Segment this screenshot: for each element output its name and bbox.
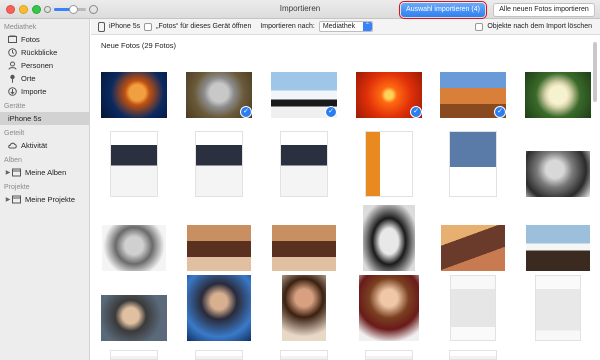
sidebar-item-label: Fotos xyxy=(21,35,40,44)
title-bar: Importieren Auswahl importieren (4) Alle… xyxy=(0,0,600,19)
scrollbar[interactable] xyxy=(593,36,598,356)
sidebar-item-personen[interactable]: Personen xyxy=(0,59,89,72)
sidebar-item-rueckblicke[interactable]: Rückblicke xyxy=(0,46,89,59)
sidebar-item-label: Personen xyxy=(21,61,54,70)
close-button[interactable] xyxy=(6,5,15,14)
open-photos-checkbox[interactable] xyxy=(144,22,153,31)
photo-thumbnail[interactable] xyxy=(110,131,158,197)
sidebar-item-meine-projekte[interactable]: ▶ Meine Projekte xyxy=(0,193,89,206)
photos-icon xyxy=(8,35,17,44)
import-window: Importieren Auswahl importieren (4) Alle… xyxy=(0,0,600,360)
sidebar-item-aktivitaet[interactable]: Aktivität xyxy=(0,139,89,152)
sidebar-item-label: Rückblicke xyxy=(21,48,58,57)
photo-thumbnail[interactable] xyxy=(449,131,497,197)
import-selected-button[interactable]: Auswahl importieren (4) xyxy=(399,1,487,19)
photo-grid: ✓ ✓ ✓ ✓ xyxy=(91,60,600,360)
pin-icon xyxy=(8,74,17,83)
sidebar-item-label: Orte xyxy=(21,74,36,83)
import-toolbar: iPhone 5s „Fotos“ für dieses Gerät öffne… xyxy=(91,19,600,35)
person-icon xyxy=(8,61,17,70)
sidebar-item-meine-alben[interactable]: ▶ Meine Alben xyxy=(0,166,89,179)
photo-thumbnail[interactable] xyxy=(187,225,251,271)
small-thumbnail-icon xyxy=(44,6,51,13)
disclosure-triangle-icon[interactable]: ▶ xyxy=(4,195,12,204)
scrollbar-thumb[interactable] xyxy=(593,42,597,102)
photo-thumbnail[interactable] xyxy=(526,151,590,197)
photo-thumbnail[interactable] xyxy=(187,275,251,341)
photo-thumbnail[interactable] xyxy=(195,131,243,197)
photo-thumbnail[interactable] xyxy=(535,275,581,341)
photo-thumbnail[interactable] xyxy=(441,225,505,271)
window-controls xyxy=(6,5,41,14)
photo-thumbnail[interactable] xyxy=(280,131,328,197)
album-icon xyxy=(12,195,21,204)
photo-thumbnail[interactable] xyxy=(363,205,415,271)
sidebar-section-title: Mediathek xyxy=(4,24,37,31)
photo-thumbnail[interactable] xyxy=(272,225,336,271)
photo-thumbnail[interactable] xyxy=(195,350,243,360)
delete-after-import-label: Objekte nach dem Import löschen xyxy=(487,23,592,30)
section-heading: Neue Fotos (29 Fotos) xyxy=(101,41,177,50)
large-thumbnail-icon xyxy=(89,5,98,14)
memories-icon xyxy=(8,48,17,57)
import-to-label: Importieren nach: xyxy=(260,23,315,30)
photo-thumbnail[interactable] xyxy=(101,295,167,341)
phone-icon xyxy=(98,21,105,32)
photo-thumbnail[interactable] xyxy=(280,350,328,360)
selected-check-icon[interactable]: ✓ xyxy=(240,106,252,118)
chevron-down-icon: ⌃ xyxy=(362,22,372,31)
album-icon xyxy=(12,168,21,177)
photo-thumbnail[interactable] xyxy=(110,350,158,360)
import-icon xyxy=(8,87,17,96)
photo-thumbnail[interactable] xyxy=(365,131,413,197)
thumbnail-size-control xyxy=(44,5,98,14)
sidebar-item-iphone[interactable]: iPhone 5s xyxy=(0,112,89,125)
sidebar-section-title: Projekte xyxy=(4,184,30,191)
photo-thumbnail[interactable] xyxy=(365,350,413,360)
import-all-button[interactable]: Alle neuen Fotos importieren xyxy=(493,3,595,17)
thumbnail-size-thumb[interactable] xyxy=(69,5,79,14)
minimize-button[interactable] xyxy=(19,5,28,14)
photo-thumbnail[interactable] xyxy=(525,72,591,118)
sidebar-item-label: Importe xyxy=(21,87,47,96)
cloud-icon xyxy=(8,141,17,150)
photo-thumbnail[interactable] xyxy=(526,225,590,271)
sidebar-section-title: Geteilt xyxy=(4,130,25,137)
sidebar: Mediathek Fotos Rückblicke Personen Orte… xyxy=(0,19,90,360)
import-destination-value: Mediathek xyxy=(322,23,356,30)
sidebar-section-title: Alben xyxy=(4,157,22,164)
device-name: iPhone 5s xyxy=(109,23,141,30)
sidebar-item-label: Meine Alben xyxy=(25,168,67,177)
thumbnail-size-slider[interactable] xyxy=(54,5,86,14)
sidebar-item-importe[interactable]: Importe xyxy=(0,85,89,98)
photo-thumbnail[interactable] xyxy=(102,225,166,271)
photo-thumbnail[interactable] xyxy=(101,72,167,118)
sidebar-section-title: Geräte xyxy=(4,103,26,110)
sidebar-item-fotos[interactable]: Fotos xyxy=(0,33,89,46)
selected-check-icon[interactable]: ✓ xyxy=(410,106,422,118)
open-photos-label: „Fotos“ für dieses Gerät öffnen xyxy=(156,23,252,30)
sidebar-item-label: iPhone 5s xyxy=(8,114,42,123)
photo-thumbnail[interactable] xyxy=(359,275,419,341)
disclosure-triangle-icon[interactable]: ▶ xyxy=(4,168,12,177)
photo-thumbnail[interactable] xyxy=(450,275,496,341)
zoom-button[interactable] xyxy=(32,5,41,14)
sidebar-item-label: Meine Projekte xyxy=(25,195,76,204)
import-destination-select[interactable]: Mediathek ⌃ xyxy=(318,21,373,32)
photo-thumbnail[interactable] xyxy=(449,350,497,360)
sidebar-item-orte[interactable]: Orte xyxy=(0,72,89,85)
photo-thumbnail[interactable] xyxy=(282,275,326,341)
sidebar-item-label: Aktivität xyxy=(21,141,48,150)
selected-check-icon[interactable]: ✓ xyxy=(494,106,506,118)
delete-after-import-checkbox[interactable] xyxy=(475,22,484,31)
selected-check-icon[interactable]: ✓ xyxy=(325,106,337,118)
